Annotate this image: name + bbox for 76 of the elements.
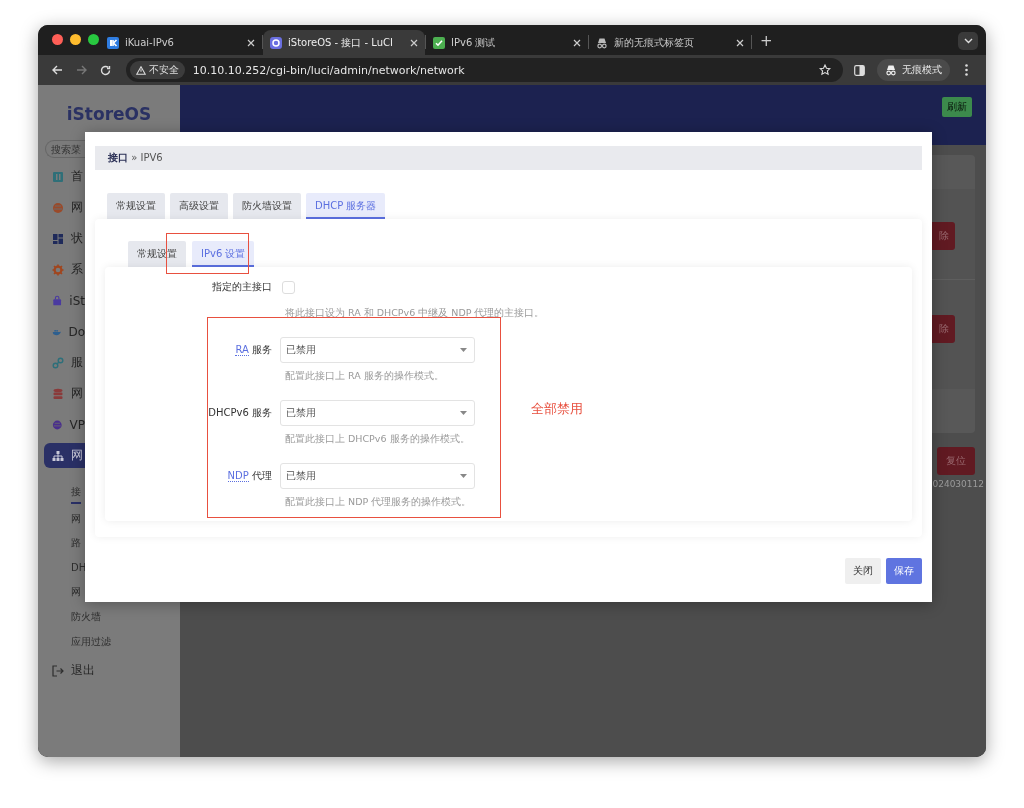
logout-item[interactable]: 退出	[52, 662, 180, 680]
reset-button[interactable]: 复位	[937, 447, 975, 475]
nav-item[interactable]: 网	[44, 381, 85, 406]
nav-subitem[interactable]: DH	[71, 555, 87, 581]
breadcrumb: 接口 » IPV6	[95, 146, 922, 170]
checkbox[interactable]	[282, 280, 295, 294]
version-text: 024030112	[932, 479, 984, 489]
nav-subitem[interactable]: 应用过滤	[71, 629, 111, 655]
nav-subitem[interactable]: 路	[71, 531, 81, 556]
nav-item[interactable]: 网	[44, 443, 85, 468]
select-field[interactable]: 已禁用	[280, 463, 475, 489]
field-label: 指定的主接口	[211, 280, 272, 294]
field-description: 配置此接口上 RA 服务的操作模式。	[285, 370, 445, 382]
nav-item[interactable]: 服	[44, 350, 85, 375]
field-label: NDP 代理	[226, 469, 272, 483]
nav-item[interactable]: 首	[44, 164, 85, 189]
nav-subitem[interactable]: 网	[71, 580, 81, 605]
tab-search-button[interactable]	[958, 32, 978, 50]
field-description: 配置此接口上 DHCPv6 服务的操作模式。	[285, 433, 471, 445]
nav-item[interactable]: 网	[44, 195, 85, 220]
new-tab-button[interactable]: +	[760, 32, 773, 50]
caret-icon	[460, 474, 467, 478]
nav-item[interactable]: iSt	[44, 288, 85, 313]
caret-icon	[460, 411, 467, 415]
caret-icon	[460, 348, 467, 352]
app-logo-icon	[107, 36, 119, 49]
close-tab-icon[interactable]	[247, 38, 255, 47]
tab[interactable]: DHCP 服务器	[306, 193, 386, 219]
nav-subitem[interactable]: 接	[71, 482, 81, 504]
field-label: RA 服务	[234, 343, 272, 357]
nav-item[interactable]: Do	[44, 319, 85, 344]
browser-tab[interactable]: iKuai-IPv6	[100, 30, 262, 55]
menu-icon[interactable]	[964, 64, 968, 76]
tab[interactable]: 常规设置	[107, 193, 165, 219]
incognito-chip[interactable]: 无痕模式	[877, 59, 951, 81]
security-chip[interactable]: 不安全	[129, 61, 185, 79]
browser-tab[interactable]: 新的无痕式标签页	[589, 30, 751, 55]
app-logo-icon	[270, 36, 282, 49]
field-description: 配置此接口上 NDP 代理服务的操作模式。	[285, 496, 473, 508]
tab[interactable]: 防火墙设置	[233, 193, 301, 219]
field-description: 将此接口设为 RA 和 DHCPv6 中继及 NDP 代理的主接口。	[285, 307, 546, 319]
reload-icon[interactable]	[100, 64, 112, 76]
address-bar[interactable]: 不安全 10.10.10.252/cgi-bin/luci/admin/network/network	[125, 58, 844, 82]
warning-icon	[135, 65, 146, 75]
close-tab-icon[interactable]	[573, 38, 581, 47]
nav-item[interactable]: 系	[44, 257, 85, 282]
select-field[interactable]: 已禁用	[280, 400, 475, 426]
tab[interactable]: 高级设置	[170, 193, 228, 219]
refresh-button[interactable]: 刷新	[942, 97, 972, 117]
bookmark-star-icon[interactable]	[819, 64, 832, 76]
field-label: DHCPv6 服务	[207, 406, 272, 420]
chevron-down-icon	[963, 38, 973, 44]
back-icon[interactable]	[52, 65, 64, 75]
browser-tab[interactable]: IPv6 测试	[426, 30, 588, 55]
save-button[interactable]: 保存	[886, 558, 922, 584]
tab[interactable]: IPv6 设置	[192, 241, 255, 267]
select-field[interactable]: 已禁用	[280, 337, 475, 363]
browser-tab[interactable]: iStoreOS - 接口 - LuCI	[263, 30, 425, 55]
incognito-icon	[596, 36, 608, 49]
incognito-icon	[885, 64, 898, 76]
url-text: 10.10.10.252/cgi-bin/luci/admin/network/network	[192, 63, 466, 77]
logo-text: iStoreOS	[65, 103, 153, 126]
nav-item[interactable]: 状	[44, 226, 85, 251]
check-icon	[433, 36, 445, 49]
side-panel-icon[interactable]	[853, 64, 865, 76]
annotation-text: 全部禁用	[531, 400, 583, 418]
nav-subitem[interactable]: 网	[71, 506, 81, 532]
close-tab-icon[interactable]	[410, 38, 418, 47]
logout-icon	[52, 664, 64, 677]
window-close-button[interactable]	[52, 34, 63, 45]
close-button[interactable]: 关闭	[845, 558, 881, 584]
window-zoom-button[interactable]	[88, 34, 99, 45]
window-minimize-button[interactable]	[70, 34, 81, 45]
close-tab-icon[interactable]	[736, 38, 744, 47]
nav-item[interactable]: VP	[44, 412, 85, 437]
nav-subitem[interactable]: 防火墙	[71, 604, 101, 630]
